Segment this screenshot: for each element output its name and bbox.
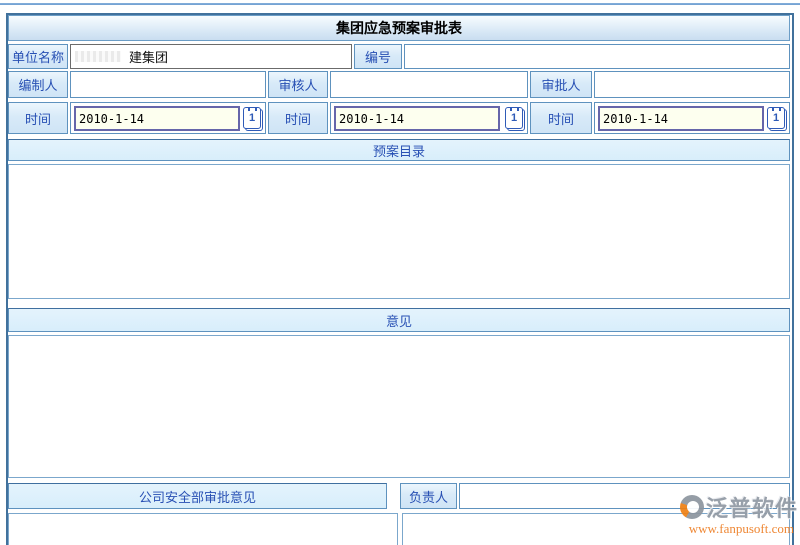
safety-section-header: 公司安全部审批意见 (8, 483, 387, 509)
opinion-textarea[interactable] (8, 335, 790, 478)
page: 集团应急预案审批表 单位名称 建集团 编号 编制人 审核人 审批人 时间 201… (0, 0, 800, 545)
compiler-date-input[interactable]: 2010-1-14 (74, 106, 240, 131)
reviewer-date-input[interactable]: 2010-1-14 (334, 106, 500, 131)
approver-label: 审批人 (530, 71, 592, 98)
calendar-icon[interactable]: 1 (767, 107, 785, 129)
approval-form: 集团应急预案审批表 单位名称 建集团 编号 编制人 审核人 审批人 时间 201… (6, 13, 794, 545)
reviewer-time-label: 时间 (268, 102, 328, 134)
number-input[interactable] (404, 44, 790, 69)
calendar-icon[interactable]: 1 (243, 107, 261, 129)
calendar-icon[interactable]: 1 (505, 107, 523, 129)
manager-label: 负责人 (400, 483, 457, 509)
unit-name-value: 建集团 (129, 47, 168, 66)
approver-time-cell: 2010-1-14 1 (594, 102, 790, 134)
reviewer-name-input[interactable] (330, 71, 528, 98)
catalog-textarea[interactable] (8, 164, 790, 299)
catalog-section-header: 预案目录 (8, 139, 790, 161)
compiler-time-cell: 2010-1-14 1 (70, 102, 266, 134)
compiler-name-input[interactable] (70, 71, 266, 98)
number-label: 编号 (354, 44, 402, 69)
approver-name-input[interactable] (594, 71, 790, 98)
approver-time-label: 时间 (530, 102, 592, 134)
compiler-time-label: 时间 (8, 102, 68, 134)
reviewer-time-cell: 2010-1-14 1 (330, 102, 528, 134)
manager-input[interactable] (459, 483, 790, 509)
manager-opinion-textarea[interactable] (402, 513, 790, 545)
reviewer-label: 审核人 (268, 71, 328, 98)
safety-opinion-textarea[interactable] (8, 513, 398, 545)
unit-name-label: 单位名称 (8, 44, 68, 69)
redacted-block (75, 51, 121, 62)
form-title: 集团应急预案审批表 (8, 15, 790, 41)
unit-name-input[interactable]: 建集团 (70, 44, 352, 69)
compiler-label: 编制人 (8, 71, 68, 98)
top-divider (0, 3, 800, 5)
opinion-section-header: 意见 (8, 308, 790, 332)
form-title-text: 集团应急预案审批表 (336, 18, 462, 38)
approver-date-input[interactable]: 2010-1-14 (598, 106, 764, 131)
